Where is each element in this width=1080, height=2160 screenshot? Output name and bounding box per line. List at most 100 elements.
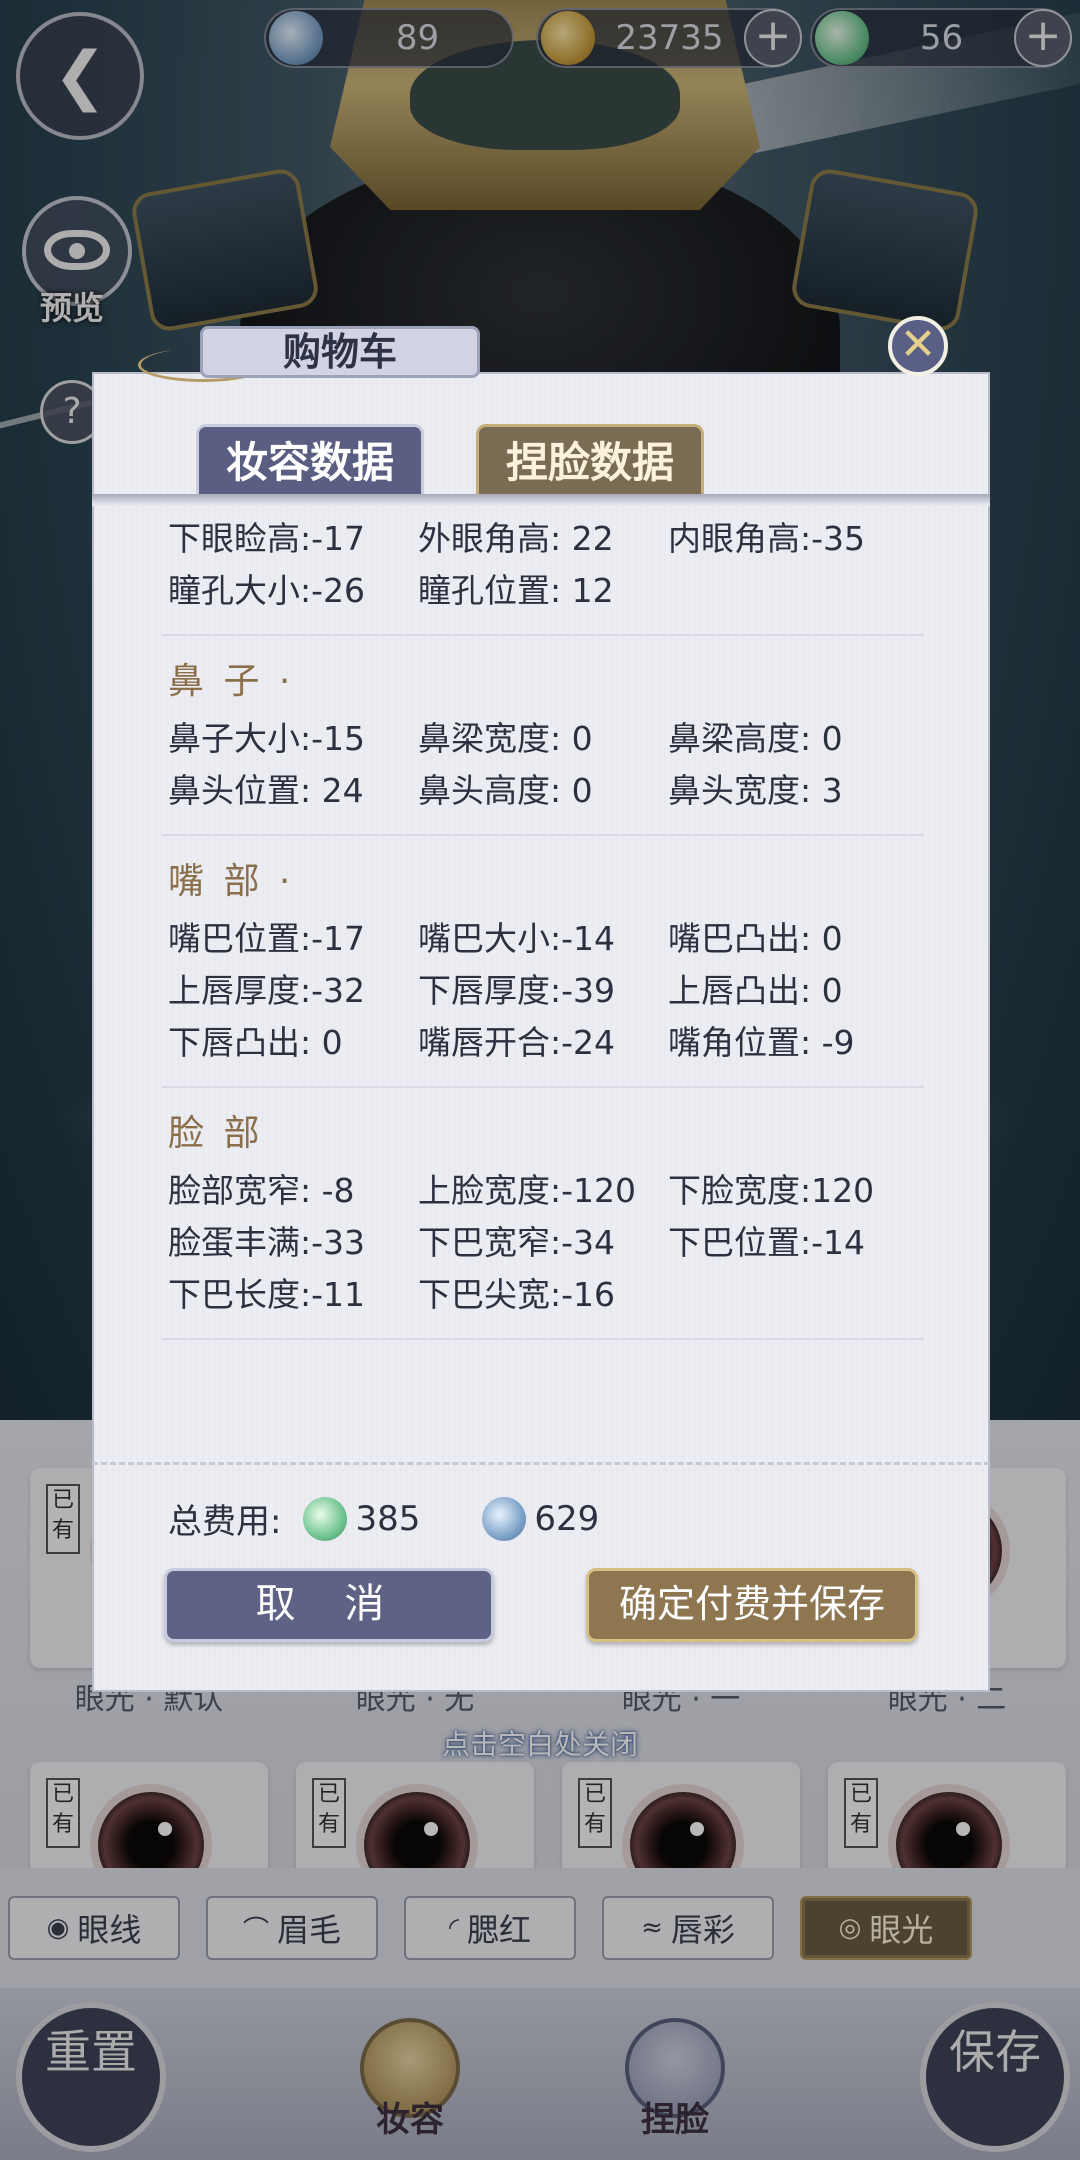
param-value: 下唇厚度:-39 xyxy=(418,971,616,1010)
gold-coin-icon xyxy=(541,11,595,65)
data-row: 下巴长度:-11 下巴尖宽:-16 xyxy=(168,1266,918,1318)
face-data-list[interactable]: 下眼睑高:-17 外眼角高: 22 内眼角高:-35 瞳孔大小:-26 瞳孔位置… xyxy=(162,510,924,1350)
preview-label: 预览 xyxy=(40,289,105,327)
section-divider xyxy=(162,1338,924,1340)
owned-badge: 已有 xyxy=(46,1778,80,1848)
param-value: 鼻子大小:-15 xyxy=(168,719,366,758)
bottom-nav: 重置 妆容 捏脸 保存 xyxy=(0,1988,1080,2160)
gold-currency: 23735 + xyxy=(536,8,802,68)
silver-coin-icon xyxy=(482,1496,527,1541)
eye-glint-icon: ◎ xyxy=(838,1913,862,1943)
param-value: 鼻梁高度: 0 xyxy=(668,719,843,758)
reset-button[interactable]: 重置 xyxy=(16,2002,166,2152)
param-value: 内眼角高:-35 xyxy=(668,519,866,558)
lips-icon: ≈ xyxy=(641,1913,663,1943)
tab-divider xyxy=(92,494,990,506)
section-divider xyxy=(162,634,924,636)
silver-currency: 89 xyxy=(264,8,514,68)
modal-tabs: 妆容数据 捏脸数据 xyxy=(100,424,980,500)
total-cost-label: 总费用: xyxy=(168,1502,282,1542)
category-tab-lipstick[interactable]: ≈ 唇彩 xyxy=(602,1896,774,1960)
section-title-face: 脸 部 xyxy=(168,1113,264,1154)
param-value: 瞳孔大小:-26 xyxy=(168,571,366,610)
section-divider xyxy=(162,834,924,836)
total-cost: 总费用: 385 629 xyxy=(168,1494,639,1543)
category-tab-eyeliner[interactable]: ◉ 眼线 xyxy=(8,1896,180,1960)
param-value: 脸蛋丰满:-33 xyxy=(168,1223,366,1262)
butterfly-back-icon: ❮ xyxy=(53,39,107,113)
jade-coin-icon xyxy=(815,11,869,65)
data-row: 脸部宽窄: -8 上脸宽度:-120 下脸宽度:120 xyxy=(168,1162,918,1214)
param-value: 外眼角高: 22 xyxy=(418,519,614,558)
data-row: 鼻子大小:-15 鼻梁宽度: 0 鼻梁高度: 0 xyxy=(168,710,918,762)
eye-icon: ◉ xyxy=(46,1913,70,1943)
category-label: 唇彩 xyxy=(670,1911,735,1949)
close-button[interactable]: ✕ xyxy=(888,316,948,376)
modal-title: 购物车 xyxy=(200,326,480,378)
owned-badge: 已有 xyxy=(312,1778,346,1848)
param-value: 下巴位置:-14 xyxy=(668,1223,866,1262)
tab-face-data[interactable]: 捏脸数据 xyxy=(476,424,704,500)
nav-makeup[interactable]: 妆容 xyxy=(350,2018,470,2148)
blush-icon: ◜ xyxy=(448,1913,460,1943)
gold-amount: 23735 xyxy=(615,18,724,58)
section-title-mouth: 嘴 部 · xyxy=(168,861,295,902)
silver-amount: 89 xyxy=(395,18,440,58)
param-value: 鼻头高度: 0 xyxy=(418,771,593,810)
param-value: 下眼睑高:-17 xyxy=(168,519,366,558)
section-title-nose: 鼻 子 · xyxy=(168,661,295,702)
category-label: 眼光 xyxy=(869,1911,934,1949)
param-value: 下脸宽度:120 xyxy=(668,1171,875,1210)
param-value: 脸部宽窄: -8 xyxy=(168,1171,355,1210)
param-value: 嘴巴位置:-17 xyxy=(168,919,366,958)
add-jade-button[interactable]: + xyxy=(1014,9,1072,67)
data-row: 嘴巴位置:-17 嘴巴大小:-14 嘴巴凸出: 0 xyxy=(168,910,918,962)
owned-badge: 已有 xyxy=(46,1484,80,1554)
category-tab-eye-glint[interactable]: ◎ 眼光 xyxy=(800,1896,972,1960)
category-bar: ◉ 眼线 ⌒ 眉毛 ◜ 腮红 ≈ 唇彩 ◎ 眼光 xyxy=(0,1868,1080,1988)
silver-coin-icon xyxy=(269,11,323,65)
tab-makeup-data[interactable]: 妆容数据 xyxy=(196,424,424,500)
close-hint: 点击空白处关闭 xyxy=(441,1728,638,1761)
brow-icon: ⌒ xyxy=(242,1915,269,1946)
confirm-pay-save-button[interactable]: 确定付费并保存 xyxy=(586,1568,918,1642)
close-icon: ✕ xyxy=(899,319,937,370)
param-value: 嘴唇开合:-24 xyxy=(418,1023,616,1062)
hair-ornament-right xyxy=(789,166,981,334)
param-value: 嘴巴大小:-14 xyxy=(418,919,616,958)
data-row: 鼻头位置: 24 鼻头高度: 0 鼻头宽度: 3 xyxy=(168,762,918,814)
param-value: 鼻梁宽度: 0 xyxy=(418,719,593,758)
hair-ornament-left xyxy=(129,166,321,334)
total-silver-amount: 629 xyxy=(534,1498,600,1539)
data-row: 上唇厚度:-32 下唇厚度:-39 上唇凸出: 0 xyxy=(168,962,918,1014)
eye-icon xyxy=(44,230,110,270)
back-button[interactable]: ❮ xyxy=(16,12,144,140)
category-tab-eyebrow[interactable]: ⌒ 眉毛 xyxy=(206,1896,378,1960)
param-value: 上唇凸出: 0 xyxy=(668,971,843,1010)
jade-currency: 56 + xyxy=(810,8,1072,68)
param-value: 下巴长度:-11 xyxy=(168,1275,366,1314)
category-label: 腮红 xyxy=(467,1911,532,1949)
data-row: 脸蛋丰满:-33 下巴宽窄:-34 下巴位置:-14 xyxy=(168,1214,918,1266)
data-row: 下眼睑高:-17 外眼角高: 22 内眼角高:-35 xyxy=(168,510,918,562)
total-jade-amount: 385 xyxy=(355,1498,421,1539)
category-tab-blush[interactable]: ◜ 腮红 xyxy=(404,1896,576,1960)
param-value: 下巴尖宽:-16 xyxy=(418,1275,616,1314)
category-label: 眼线 xyxy=(77,1911,142,1949)
section-divider xyxy=(162,1086,924,1088)
param-value: 嘴巴凸出: 0 xyxy=(668,919,843,958)
data-row: 下唇凸出: 0 嘴唇开合:-24 嘴角位置: -9 xyxy=(168,1014,918,1066)
cancel-button[interactable]: 取 消 xyxy=(164,1568,494,1642)
param-value: 上脸宽度:-120 xyxy=(418,1171,637,1210)
param-value: 嘴角位置: -9 xyxy=(668,1023,855,1062)
save-main-button[interactable]: 保存 xyxy=(920,2002,1070,2152)
category-label: 眉毛 xyxy=(277,1911,342,1949)
add-gold-button[interactable]: + xyxy=(744,9,802,67)
nav-face-sculpt[interactable]: 捏脸 xyxy=(615,2018,735,2148)
param-value: 鼻头宽度: 3 xyxy=(668,771,843,810)
data-row: 瞳孔大小:-26 瞳孔位置: 12 xyxy=(168,562,918,614)
param-value: 下唇凸出: 0 xyxy=(168,1023,343,1062)
jade-amount: 56 xyxy=(919,18,964,58)
jade-coin-icon xyxy=(303,1496,348,1541)
param-value: 鼻头位置: 24 xyxy=(168,771,364,810)
